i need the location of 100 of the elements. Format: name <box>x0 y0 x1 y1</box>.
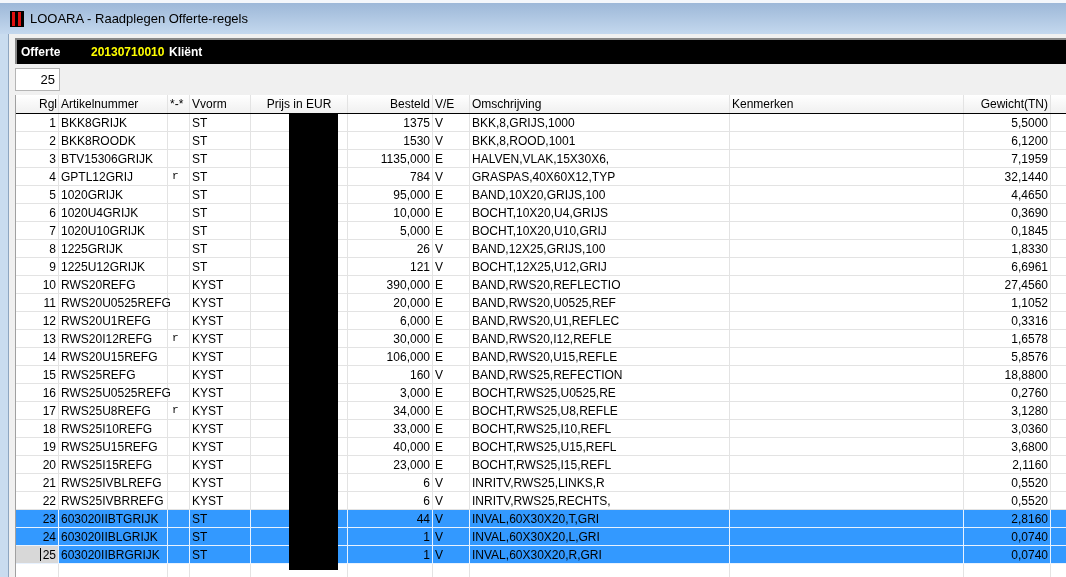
table-row-selected[interactable]: 24 603020IIBLGRIJK ST 1 V INVAL,60X30X20,L,GRI 0,0740 <box>16 528 1066 546</box>
table-cell-text: BOCHT,12X25,U12,GRIJ <box>472 258 607 276</box>
table-row[interactable]: 18 RWS25I10REFG KYST 33,000 E BOCHT,RWS25,I10,REFL 3,0360 <box>16 420 1066 438</box>
table-cell-text: ST <box>192 186 208 204</box>
table-row[interactable]: 1 BKK8GRIJK ST 1375 V BKK,8,GRIJS,1000 5,5000 <box>16 114 1066 132</box>
table-row[interactable]: 6 1020U4GRIJK ST 10,000 E BOCHT,10X20,U4,GRIJS 0,3690 <box>16 204 1066 222</box>
table-row[interactable]: 13 RWS20I12REFG r KYST 30,000 E BAND,RWS20,I12,REFLE 1,6578 <box>16 330 1066 348</box>
table-cell-text: 12 <box>42 312 56 330</box>
column-header[interactable]: Gewicht(TN) <box>980 95 1048 113</box>
table-cell-text: INVAL,60X30X20,L,GRI <box>472 528 600 546</box>
table-row[interactable]: 21 RWS25IVBLREFG KYST 6 V INRITV,RWS25,LINKS,R 0,5520 <box>16 474 1066 492</box>
table-row[interactable]: 14 RWS20U15REFG KYST 106,000 E BAND,RWS20,U15,REFLE 5,8576 <box>16 348 1066 366</box>
table-cell-text: 6,000 <box>399 312 430 330</box>
table-cell-text: 17 <box>42 402 56 420</box>
table-cell-text: 3,0360 <box>1011 420 1048 438</box>
table-cell-text: BOCHT,10X20,U10,GRIJ <box>472 222 607 240</box>
column-header[interactable]: Rgl <box>39 95 57 113</box>
table-cell-text: ST <box>192 258 208 276</box>
table-row[interactable]: 4 GPTL12GRIJ r ST 784 V GRASPAS,40X60X12,TYP 32,1440 <box>16 168 1066 186</box>
table-cell-text: ST <box>192 510 208 528</box>
table-cell-text: RWS20U0525REFG <box>61 294 171 312</box>
table-cell-text: 0,3690 <box>1011 204 1048 222</box>
table-cell-text: BAND,10X20,GRIJS,100 <box>472 186 606 204</box>
table-row[interactable]: 9 1225U12GRIJK ST 121 V BOCHT,12X25,U12,GRIJ 6,6961 <box>16 258 1066 276</box>
table-cell-text: 603020IIBLGRIJK <box>61 528 158 546</box>
column-header[interactable]: *-* <box>170 95 184 113</box>
table-row[interactable]: 5 1020GRIJK ST 95,000 E BAND,10X20,GRIJS,100 4,4650 <box>16 186 1066 204</box>
table-cell-text: 33,000 <box>393 420 430 438</box>
table-cell-text: 26 <box>416 240 430 258</box>
table-cell-text: V <box>435 132 443 150</box>
table-cell-text: ST <box>192 168 208 186</box>
table-cell-text: 3,1280 <box>1011 402 1048 420</box>
table-row[interactable]: 19 RWS25U15REFG KYST 40,000 E BOCHT,RWS25,U15,REFL 3,6800 <box>16 438 1066 456</box>
table-row[interactable]: 2 BKK8ROODK ST 1530 V BKK,8,ROOD,1001 6,1200 <box>16 132 1066 150</box>
table-cell-text: 15 <box>42 366 56 384</box>
table-cell-text: 1225GRIJK <box>61 240 124 258</box>
table-cell-text: E <box>435 222 443 240</box>
table-cell-text: KYST <box>192 456 224 474</box>
table-cell-text: BAND,12X25,GRIJS,100 <box>472 240 606 258</box>
column-header[interactable]: Omschrijving <box>472 95 542 113</box>
table-row[interactable]: 8 1225GRIJK ST 26 V BAND,12X25,GRIJS,100 1,8330 <box>16 240 1066 258</box>
table-cell-text: RWS20U15REFG <box>61 348 158 366</box>
table-cell-text: RWS25I15REFG <box>61 456 153 474</box>
table-row[interactable]: 11 RWS20U0525REFG KYST 20,000 E BAND,RWS20,U0525,REF 1,1052 <box>16 294 1066 312</box>
table-cell-text: 6,1200 <box>1011 132 1048 150</box>
table-cell-text: BOCHT,RWS25,I15,REFL <box>472 456 612 474</box>
row-count-field[interactable]: 25 <box>15 68 60 91</box>
table-row[interactable]: 12 RWS20U1REFG KYST 6,000 E BAND,RWS20,U1,REFLEC 0,3316 <box>16 312 1066 330</box>
table-cell-text: BKK,8,ROOD,1001 <box>472 132 576 150</box>
column-header[interactable]: Prijs in EUR <box>266 95 332 113</box>
table-cell-text: 18 <box>42 420 56 438</box>
table-row-selected[interactable]: 25 603020IIBRGRIJK ST 1 V INVAL,60X30X20,R,GRI 0,0740 <box>16 546 1066 564</box>
table-cell-text: 25 <box>42 546 56 564</box>
table-cell-text: E <box>435 276 443 294</box>
table-row[interactable]: 20 RWS25I15REFG KYST 23,000 E BOCHT,RWS25,I15,REFL 2,1160 <box>16 456 1066 474</box>
table-cell-text: 1225U12GRIJK <box>61 258 146 276</box>
table-cell-text: 9 <box>49 258 56 276</box>
table-cell-text: KYST <box>192 276 224 294</box>
table-row[interactable]: 17 RWS25U8REFG r KYST 34,000 E BOCHT,RWS25,U8,REFLE 3,1280 <box>16 402 1066 420</box>
column-header[interactable]: Kenmerken <box>732 95 794 113</box>
table-cell-text: 1,1052 <box>1011 294 1048 312</box>
table-row[interactable]: 7 1020U10GRIJK ST 5,000 E BOCHT,10X20,U10,GRIJ 0,1845 <box>16 222 1066 240</box>
table-cell-text: HALVEN,VLAK,15X30X6, <box>472 150 610 168</box>
app-logo-icon <box>10 10 24 27</box>
column-header[interactable]: Besteld <box>389 95 430 113</box>
table-cell-text: 6 <box>423 474 430 492</box>
table-row[interactable]: 10 RWS20REFG KYST 390,000 E BAND,RWS20,REFLECTIO 27,4560 <box>16 276 1066 294</box>
table-cell-text: 784 <box>409 168 430 186</box>
table-cell-text: 6 <box>423 492 430 510</box>
table-cell-text: INVAL,60X30X20,T,GRI <box>472 510 600 528</box>
table-cell-text: BAND,RWS20,I12,REFLE <box>472 330 612 348</box>
table-cell-text: 1,8330 <box>1011 240 1048 258</box>
table-cell-text: 0,5520 <box>1011 474 1048 492</box>
table-cell-text: V <box>435 492 443 510</box>
table-cell-text: E <box>435 330 443 348</box>
table-cell-text: 5,000 <box>399 222 430 240</box>
column-header[interactable]: Artikelnummer <box>61 95 139 113</box>
table-cell-text: RWS25U15REFG <box>61 438 158 456</box>
table-cell-text: 10 <box>42 276 56 294</box>
table-cell-text: 34,000 <box>393 402 430 420</box>
column-header[interactable]: Vvorm <box>192 95 227 113</box>
table-cell-text: BOCHT,RWS25,U8,REFLE <box>472 402 618 420</box>
table-row[interactable]: 15 RWS25REFG KYST 160 V BAND,RWS25,REFECTION 18,8800 <box>16 366 1066 384</box>
table-cell-text: V <box>435 240 443 258</box>
table-cell-text: BKK8GRIJK <box>61 114 128 132</box>
table-cell-text: ST <box>192 114 208 132</box>
table-cell-text: 1020U10GRIJK <box>61 222 146 240</box>
table-cell-text: KYST <box>192 474 224 492</box>
column-header[interactable]: V/E <box>435 95 455 113</box>
table-row-selected[interactable]: 23 603020IIBTGRIJK ST 44 V INVAL,60X30X20,T,GRI 2,8160 <box>16 510 1066 528</box>
table-cell-text: 1 <box>423 546 430 564</box>
table-row[interactable]: 3 BTV15306GRIJK ST 1135,000 E HALVEN,VLAK,15X30X6, 7,1959 <box>16 150 1066 168</box>
table-cell-text: 23 <box>42 510 56 528</box>
table-cell-text: GRASPAS,40X60X12,TYP <box>472 168 616 186</box>
table-cell-text: E <box>435 186 443 204</box>
table-cell-text: 0,3316 <box>1011 312 1048 330</box>
table-row[interactable]: 22 RWS25IVBRREFG KYST 6 V INRITV,RWS25,RECHTS, 0,5520 <box>16 492 1066 510</box>
table-row[interactable]: 16 RWS25U0525REFG KYST 3,000 E BOCHT,RWS25,U0525,RE 0,2760 <box>16 384 1066 402</box>
table-cell-text: V <box>435 258 443 276</box>
table-cell-text: E <box>435 294 443 312</box>
